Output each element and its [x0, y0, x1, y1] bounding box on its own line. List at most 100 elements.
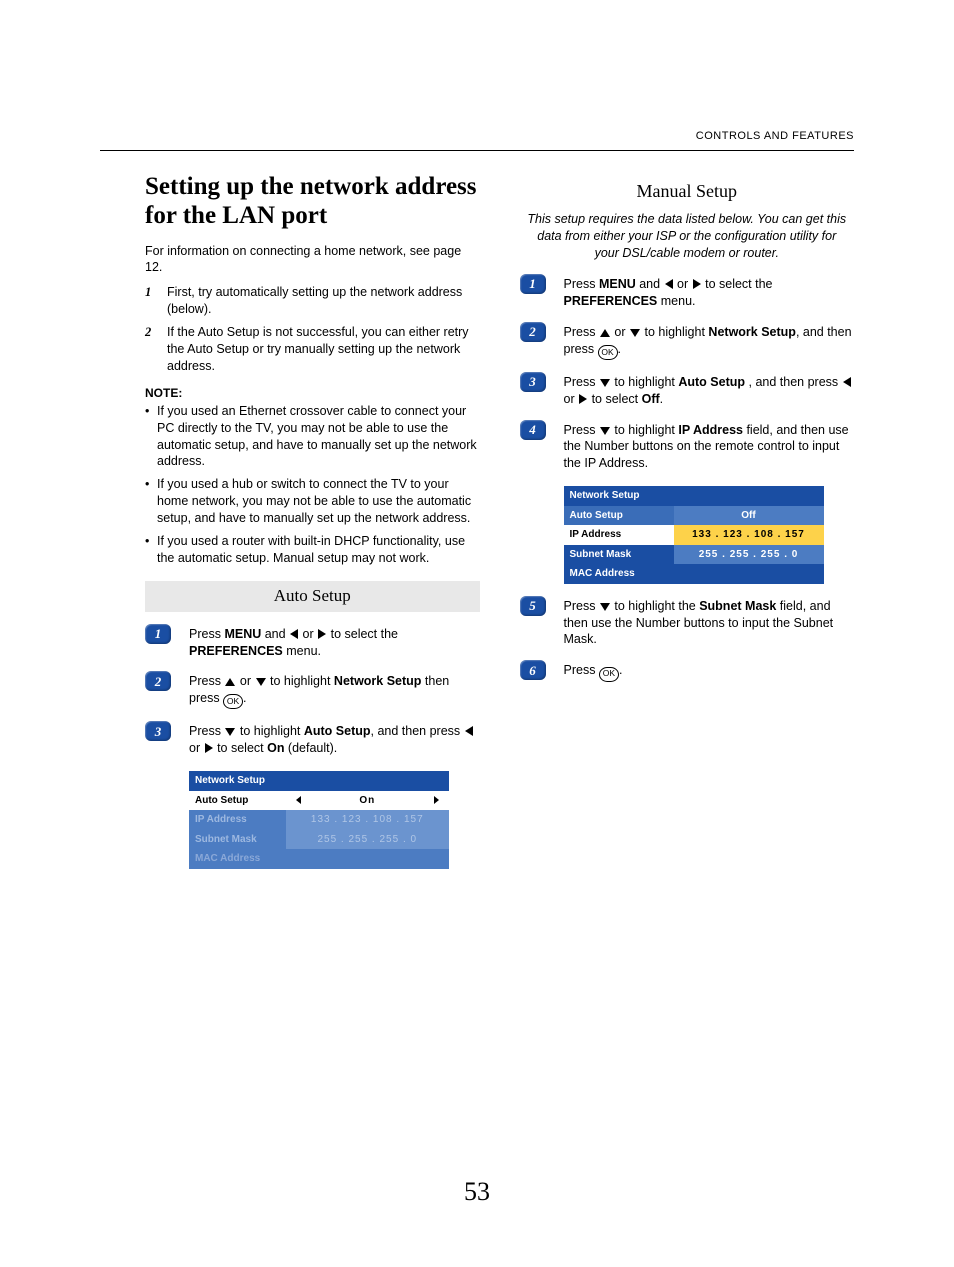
arrow-down-icon	[256, 678, 266, 686]
manual-setup-steps-2: 5 Press to highlight the Subnet Mask fie…	[520, 598, 855, 685]
step-text: First, try automatically setting up the …	[167, 285, 462, 316]
mac-row-label: MAC Address	[189, 849, 449, 869]
note-item: If you used a router with built-in DHCP …	[145, 533, 480, 567]
t: Press	[564, 663, 599, 677]
t: and	[636, 277, 664, 291]
auto-setup-heading: Auto Setup	[145, 581, 480, 612]
arrow-up-icon	[600, 329, 610, 337]
arrow-up-icon	[225, 678, 235, 686]
t: (default).	[284, 741, 337, 755]
preferences-label: PREFERENCES	[564, 294, 658, 308]
step-badge-icon: 2	[145, 671, 171, 691]
ok-button-icon: OK	[598, 345, 618, 360]
arrow-right-icon	[693, 279, 701, 289]
network-setup-table-manual: Network Setup Auto Setup Off IP Address …	[564, 486, 824, 584]
arrow-left-icon	[465, 726, 473, 736]
manual-setup-intro: This setup requires the data listed belo…	[520, 211, 855, 262]
t: Press	[564, 325, 599, 339]
arrow-down-icon	[225, 728, 235, 736]
step-item: 6 Press OK.	[520, 662, 855, 684]
menu-label: MENU	[599, 277, 636, 291]
arrow-down-icon	[600, 603, 610, 611]
step-item: 4 Press to highlight IP Address field, a…	[520, 422, 855, 473]
left-column: Setting up the network address for the L…	[145, 173, 480, 883]
note-list: If you used an Ethernet crossover cable …	[145, 403, 480, 567]
t: Press	[564, 423, 599, 437]
step-badge-icon: 1	[145, 624, 171, 644]
ok-button-icon: OK	[599, 667, 619, 682]
ip-address-label: IP Address	[678, 423, 743, 437]
subnet-mask-label: Subnet Mask	[699, 599, 776, 613]
menu-label: MENU	[224, 627, 261, 641]
auto-setup-row-value: On	[286, 791, 449, 811]
t: to select	[588, 392, 642, 406]
t: menu.	[283, 644, 321, 658]
ip-row-value: 133 . 123 . 108 . 157	[286, 810, 449, 830]
t: or	[236, 674, 254, 688]
step-item: 2 Press or to highlight Network Setup th…	[145, 673, 480, 709]
step-item: 2 Press or to highlight Network Setup, a…	[520, 324, 855, 360]
triangle-left-icon	[296, 796, 301, 804]
t: Press	[564, 277, 599, 291]
t: to select	[214, 741, 268, 755]
note-item: If you used an Ethernet crossover cable …	[145, 403, 480, 471]
note-item: If you used a hub or switch to connect t…	[145, 476, 480, 527]
list-item: 2If the Auto Setup is not successful, yo…	[145, 324, 480, 375]
section-header: CONTROLS AND FEATURES	[696, 130, 854, 142]
t: to highlight the	[611, 599, 699, 613]
auto-setup-row-label: Auto Setup	[564, 506, 674, 526]
t: Press	[189, 674, 224, 688]
manual-setup-heading: Manual Setup	[520, 179, 855, 203]
t: , and then press	[749, 375, 842, 389]
t: to highlight	[641, 325, 708, 339]
table-title: Network Setup	[189, 771, 449, 791]
step-badge-icon: 4	[520, 420, 546, 440]
network-setup-label: Network Setup	[334, 674, 422, 688]
arrow-down-icon	[600, 379, 610, 387]
arrow-left-icon	[843, 377, 851, 387]
page-number: 53	[0, 1177, 954, 1207]
step-text: If the Auto Setup is not successful, you…	[167, 325, 469, 373]
arrow-down-icon	[630, 329, 640, 337]
t: Press	[564, 375, 599, 389]
t: to highlight	[611, 375, 678, 389]
intro-text: For information on connecting a home net…	[145, 243, 480, 277]
step-number: 1	[145, 284, 151, 301]
divider	[100, 150, 854, 151]
t: to highlight	[611, 423, 678, 437]
network-setup-table-auto: Network Setup Auto Setup On IP Address 1…	[189, 771, 449, 869]
t: or	[189, 741, 204, 755]
list-item: 1 First, try automatically setting up the…	[145, 284, 480, 318]
t: menu.	[657, 294, 695, 308]
t: to select the	[327, 627, 398, 641]
page-title: Setting up the network address for the L…	[145, 173, 480, 231]
auto-setup-label: Auto Setup	[678, 375, 748, 389]
on-label: On	[267, 741, 284, 755]
value-text: On	[359, 794, 375, 808]
auto-setup-steps: 1 Press MENU and or to select the PREFER…	[145, 626, 480, 758]
ip-row-label: IP Address	[564, 525, 674, 545]
step-badge-icon: 3	[145, 721, 171, 741]
auto-setup-row-value: Off	[674, 506, 824, 526]
arrow-down-icon	[600, 427, 610, 435]
right-column: Manual Setup This setup requires the dat…	[520, 173, 855, 883]
step-badge-icon: 6	[520, 660, 546, 680]
step-badge-icon: 5	[520, 596, 546, 616]
arrow-right-icon	[318, 629, 326, 639]
note-label: NOTE:	[145, 385, 480, 401]
step-item: 5 Press to highlight the Subnet Mask fie…	[520, 598, 855, 649]
step-badge-icon: 3	[520, 372, 546, 392]
t: or	[564, 392, 579, 406]
arrow-right-icon	[579, 394, 587, 404]
t: Press	[189, 627, 224, 641]
subnet-row-value: 255 . 255 . 255 . 0	[286, 830, 449, 850]
step-item: 3 Press to highlight Auto Setup , and th…	[520, 374, 855, 408]
t: and	[261, 627, 289, 641]
arrow-left-icon	[665, 279, 673, 289]
t: or	[611, 325, 629, 339]
t: to select the	[702, 277, 773, 291]
ip-row-label: IP Address	[189, 810, 286, 830]
step-item: 3 Press to highlight Auto Setup, and the…	[145, 723, 480, 757]
network-setup-label: Network Setup	[708, 325, 796, 339]
arrow-left-icon	[290, 629, 298, 639]
